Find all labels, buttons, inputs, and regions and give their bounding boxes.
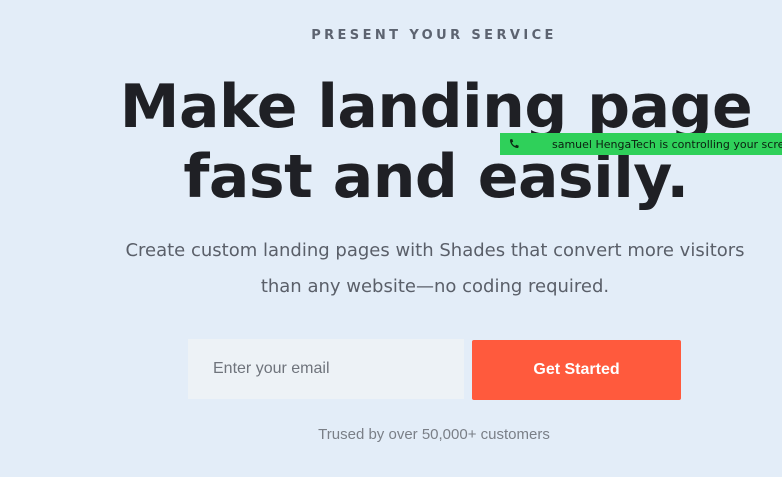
subtitle-line-1: Create custom landing pages with Shades … xyxy=(125,240,745,261)
subtitle-line-2: than any website—no coding required. xyxy=(260,276,610,297)
headline-line-1: Make landing page xyxy=(119,72,753,142)
hero-subtitle: Create custom landing pages with Shades … xyxy=(80,233,782,305)
notification-text: samuel HengaTech is controlling your scr… xyxy=(552,137,782,151)
phone-icon xyxy=(509,139,519,149)
get-started-button[interactable]: Get Started xyxy=(472,340,681,400)
eyebrow-label: PRESENT YOUR SERVICE xyxy=(311,28,557,43)
email-input[interactable] xyxy=(188,339,464,399)
screen-control-notification: samuel HengaTech is controlling your scr… xyxy=(500,133,782,155)
trust-text: Trused by over 50,000+ customers xyxy=(318,426,550,443)
landing-hero: PRESENT YOUR SERVICE Make landing page f… xyxy=(0,0,782,477)
